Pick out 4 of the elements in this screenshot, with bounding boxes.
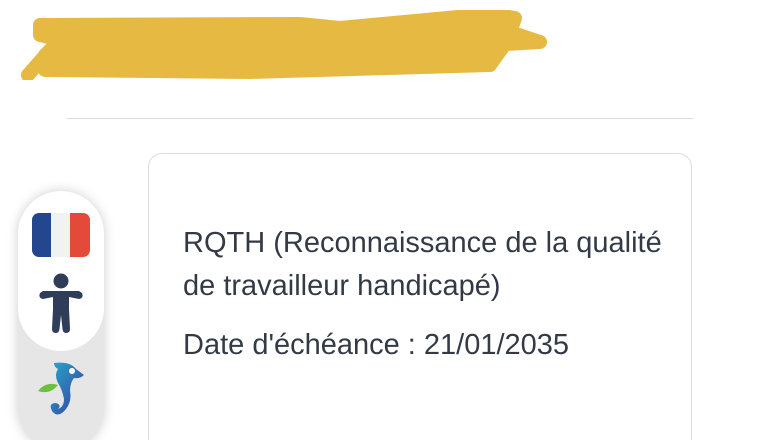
- french-flag-icon[interactable]: [32, 213, 90, 257]
- expiry-date: Date d'échéance : 21/01/2035: [183, 328, 570, 363]
- accessibility-icon[interactable]: [37, 273, 85, 333]
- document-title: RQTH (Reconnaissance de la qualité de travailleur handicapé): [183, 226, 663, 304]
